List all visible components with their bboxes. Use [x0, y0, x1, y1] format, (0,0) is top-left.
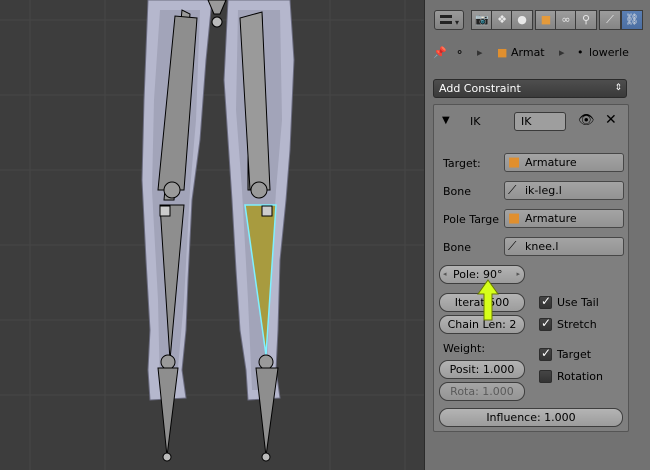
- object-cube-icon: ■: [540, 13, 552, 26]
- camera-icon: 📷: [475, 13, 489, 26]
- constraint-name-field[interactable]: IK: [514, 112, 566, 131]
- target-field[interactable]: ■ Armature: [504, 153, 624, 172]
- editor-type-menu[interactable]: ▾: [434, 10, 464, 30]
- 3d-viewport[interactable]: [0, 0, 424, 470]
- target-checkbox-label: Target: [557, 348, 592, 361]
- armature-object-icon: ■: [497, 46, 508, 59]
- bone-icon: ⟋: [508, 183, 517, 197]
- properties-header: ▾ 📷 ❖ ● ■ ∞ ⚲ ⟋ ⛓: [425, 0, 650, 40]
- add-constraint-dropdown[interactable]: Add Constraint ⇕: [433, 79, 627, 98]
- bone-icon: ⟋: [508, 239, 517, 253]
- pole-target-value: Armature: [525, 212, 577, 225]
- pole-target-field[interactable]: ■ Armature: [504, 209, 624, 228]
- breadcrumb-armature: Armat: [511, 46, 545, 59]
- target-label: Target:: [443, 157, 481, 170]
- rotation-checkbox-label: Rotation: [557, 370, 604, 383]
- armature-object-icon: ■: [508, 155, 521, 170]
- pole-bone-label: Bone: [443, 241, 472, 254]
- armature-icon: ⚲: [581, 13, 591, 26]
- properties-editor-icon: ▾: [440, 15, 459, 27]
- target-value: Armature: [525, 156, 577, 169]
- collapse-triangle-icon[interactable]: ▼: [442, 115, 450, 126]
- stretch-label: Stretch: [557, 318, 597, 331]
- viewport-canvas[interactable]: [0, 0, 424, 470]
- context-icon: ⚬: [455, 46, 465, 59]
- position-weight-slider[interactable]: Posit: 1.000: [439, 360, 525, 379]
- eye-icon[interactable]: 👁: [578, 113, 595, 128]
- updown-arrow-icon: ⇕: [614, 83, 622, 93]
- armature-object-icon: ■: [508, 211, 521, 226]
- rotation-weight-slider[interactable]: Rota: 1.000: [439, 382, 525, 401]
- tab-armature[interactable]: ⚲: [575, 10, 597, 30]
- chevron-right-icon: ▸: [477, 46, 483, 59]
- bone-label: Bone: [443, 185, 472, 198]
- svg-text:▾: ▾: [455, 18, 459, 27]
- tab-object-constraints[interactable]: ∞: [555, 10, 577, 30]
- properties-editor[interactable]: ▾ 📷 ❖ ● ■ ∞ ⚲ ⟋ ⛓ 📌 ⚬ ▸ ■ Armat ▸ • lowe…: [424, 0, 650, 470]
- add-constraint-label: Add Constraint: [439, 82, 521, 95]
- target-checkbox[interactable]: [539, 346, 552, 361]
- layers-icon: ❖: [497, 13, 507, 26]
- decrement-arrow-icon[interactable]: ◂: [443, 266, 447, 283]
- tab-bone[interactable]: ⟋: [599, 10, 621, 30]
- pin-icon[interactable]: 📌: [433, 44, 447, 62]
- stretch-checkbox[interactable]: [539, 316, 552, 331]
- tab-object[interactable]: ■: [535, 10, 557, 30]
- tab-render[interactable]: 📷: [471, 10, 493, 30]
- ik-constraint-panel: ▼ IK IK 👁 ✕ Target: ■ Armature Bone ⟋ ik…: [433, 104, 629, 432]
- close-icon[interactable]: ✕: [605, 112, 617, 128]
- annotation-arrow-icon: [477, 279, 499, 321]
- increment-arrow-icon[interactable]: ▸: [516, 266, 520, 283]
- breadcrumb-bone: lowerle: [589, 46, 629, 59]
- use-tail-label: Use Tail: [557, 296, 599, 309]
- bone-constraint-icon: ⛓: [625, 13, 639, 26]
- chain-link-icon: ∞: [561, 13, 571, 26]
- rotation-checkbox[interactable]: [539, 370, 552, 383]
- weight-label: Weight:: [443, 342, 486, 355]
- pole-target-label: Pole Targe: [443, 213, 500, 226]
- pole-bone-field[interactable]: ⟋ knee.l: [504, 237, 624, 256]
- world-icon: ●: [517, 13, 527, 26]
- bone-value: ik-leg.l: [525, 184, 562, 197]
- tab-render-layers[interactable]: ❖: [491, 10, 513, 30]
- constraint-type-label: IK: [470, 115, 481, 128]
- tab-bone-constraints[interactable]: ⛓: [621, 10, 643, 30]
- influence-slider[interactable]: Influence: 1.000: [439, 408, 623, 427]
- grid: [0, 0, 424, 470]
- bone-field[interactable]: ⟋ ik-leg.l: [504, 181, 624, 200]
- bone-icon: ⟋: [606, 13, 614, 26]
- tab-world[interactable]: ●: [511, 10, 533, 30]
- use-tail-checkbox[interactable]: [539, 294, 552, 309]
- chevron-right-icon: ▸: [559, 46, 565, 59]
- bone-dot-icon: •: [577, 46, 584, 59]
- pole-bone-value: knee.l: [525, 240, 559, 253]
